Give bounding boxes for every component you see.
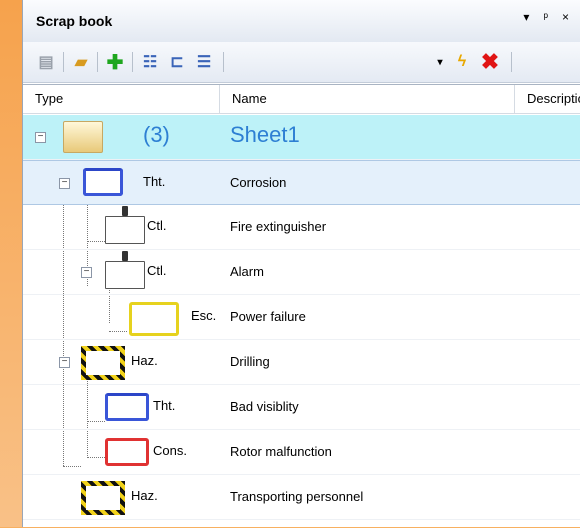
dropdown-icon[interactable]: ▾ [431, 53, 449, 71]
row-type: Haz. [131, 353, 158, 368]
column-header-type[interactable]: Type [23, 85, 220, 113]
row-type: Cons. [153, 443, 187, 458]
scrap-book-panel: Scrap book ▾ᵖ× ▤ ▰ ✚ ☷ ⊏ ☰ ▾ ϟ ✖ Type Na… [22, 0, 580, 527]
collapse-icon[interactable]: − [59, 178, 70, 189]
toolbar-separator [97, 52, 98, 72]
sheet-name: Sheet1 [230, 122, 300, 147]
tree-row[interactable]: − Ctl. Alarm [23, 250, 580, 295]
background-stripe [0, 0, 22, 527]
panel-menu-button[interactable]: ▾ [523, 10, 543, 24]
consequence-card-icon [105, 438, 149, 466]
tree-row-sheet[interactable]: − (3) Sheet1 [23, 115, 580, 160]
hazard-card-icon [81, 481, 125, 515]
toolbar-separator [223, 52, 224, 72]
add-icon[interactable]: ✚ [106, 52, 124, 74]
row-name: Alarm [230, 264, 264, 279]
paste-icon[interactable]: ▤ [37, 53, 55, 71]
column-header-description[interactable]: Descriptio [515, 85, 580, 113]
scrap-book-grid: Type Name Descriptio − (3) Sheet1 − Tht.… [23, 84, 580, 528]
delete-icon[interactable]: ✖ [481, 49, 499, 74]
row-type: Ctl. [147, 218, 167, 233]
tree-row[interactable]: Esc. Power failure [23, 295, 580, 340]
folder-icon [63, 121, 103, 153]
threat-card-icon [83, 168, 123, 196]
tree-row[interactable]: − Haz. Drilling [23, 340, 580, 385]
tree-add-icon[interactable]: ☷ [141, 53, 159, 71]
row-name: Corrosion [230, 175, 287, 190]
control-card-icon [105, 206, 145, 244]
panel-titlebar: Scrap book ▾ᵖ× [23, 0, 580, 43]
child-count: (3) [143, 122, 170, 147]
row-type: Tht. [143, 174, 166, 189]
row-name: Rotor malfunction [230, 444, 332, 459]
tree-row[interactable]: Cons. Rotor malfunction [23, 430, 580, 475]
toolbar-separator [132, 52, 133, 72]
collapse-icon[interactable]: − [35, 132, 46, 143]
tree-row[interactable]: Haz. Transporting personnel [23, 475, 580, 520]
tree-row[interactable]: − Tht. Corrosion [23, 160, 580, 205]
escalation-card-icon [129, 302, 179, 336]
row-type: Tht. [153, 398, 176, 413]
row-name: Fire extinguisher [230, 219, 327, 234]
row-name: Bad visiblity [230, 399, 299, 414]
collapse-icon[interactable]: − [81, 267, 92, 278]
open-folder-icon[interactable]: ▰ [72, 53, 90, 71]
toolbar-separator [511, 52, 512, 72]
toolbar: ▤ ▰ ✚ ☷ ⊏ ☰ ▾ ϟ ✖ [23, 42, 580, 83]
control-card-icon [105, 251, 145, 289]
column-header-name[interactable]: Name [220, 85, 515, 113]
tree-row[interactable]: Tht. Bad visiblity [23, 385, 580, 430]
toolbar-separator [63, 52, 64, 72]
row-type: Esc. [191, 308, 217, 323]
pin-button[interactable]: ᵖ [543, 10, 562, 24]
close-button[interactable]: × [562, 10, 580, 24]
panel-title: Scrap book [36, 13, 113, 29]
tree-row[interactable]: Ctl. Fire extinguisher [23, 205, 580, 250]
row-name: Drilling [230, 354, 270, 369]
panel-controls: ▾ᵖ× [523, 10, 580, 24]
row-name: Power failure [230, 309, 306, 324]
threat-card-icon [105, 393, 149, 421]
tree-link-icon[interactable]: ⊏ [168, 53, 186, 71]
hazard-card-icon [81, 346, 125, 380]
row-type: Haz. [131, 488, 158, 503]
row-name: Transporting personnel [230, 489, 364, 504]
tree-alert-icon[interactable]: ☰ [195, 53, 213, 71]
row-type: Ctl. [147, 263, 167, 278]
grid-header: Type Name Descriptio [23, 85, 580, 114]
collapse-icon[interactable]: − [59, 357, 70, 368]
lightning-icon[interactable]: ϟ [453, 53, 471, 71]
